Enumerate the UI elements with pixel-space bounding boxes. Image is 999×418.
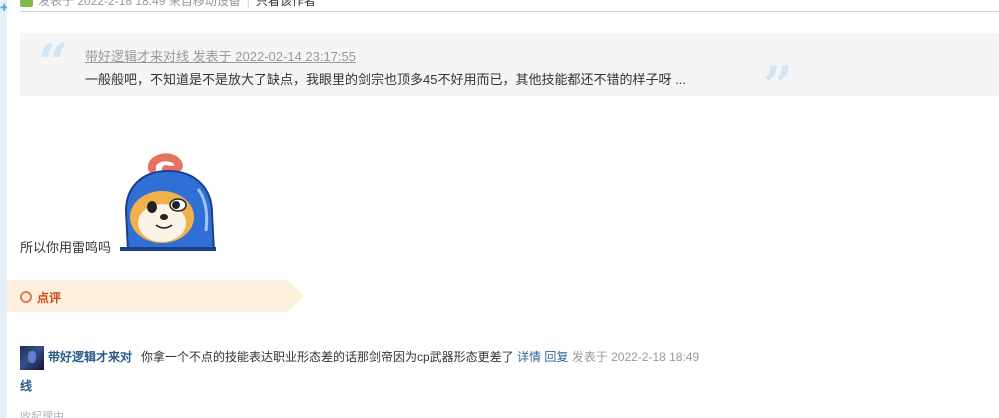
post-time: 发表于 2022-2-18 18:49 来自移动设备 [38,0,241,8]
quote-header[interactable]: 带好逻辑才来对线 发表于 2022-02-14 23:17:55 [85,46,356,65]
open-quote-icon: “ [38,33,68,94]
comment-circle-icon [20,291,32,303]
mobile-device-icon [20,0,33,7]
author-only-link[interactable]: 只看该作者 [256,0,316,8]
reply-text: 所以你用雷鸣吗 [20,240,112,255]
reply-link[interactable]: 回复 [544,350,568,364]
comment-text: 你拿一个不点的技能表达职业形态差的话那剑帝因为cp武器形态更差了 [141,350,514,364]
comment-posted-label: 发表于 [571,350,608,364]
collapse-reason-link[interactable]: 收起理由 [20,410,64,418]
comment-section-header: 点评 [7,280,304,312]
comment-row: 你拿一个不点的技能表达职业形态差的话那剑帝因为cp武器形态更差了 详情 回复 发… [141,348,699,365]
detail-link[interactable]: 详情 [517,350,541,364]
quote-body: 一般般吧，不知道是不是放大了缺点，我眼里的剑宗也顶多45不好用而已，其他技能都还… [85,72,686,87]
quote-author[interactable]: 带好逻辑才来对线 [85,49,189,64]
avatar-figure [28,351,36,363]
share-icon[interactable]: ✚ [0,2,7,16]
post-meta-bar: 发表于 2022-2-18 18:49 来自移动设备 | 只看该作者 [20,0,999,12]
comment-author-name[interactable]: 带好逻辑才来对 [48,348,132,365]
comment-time: 2022-2-18 18:49 [611,350,700,364]
quote-block: “ 带好逻辑才来对线 发表于 2022-02-14 23:17:55 一般般吧，… [20,33,999,113]
meta-separator: | [246,0,250,8]
quote-posted-label: 发表于 [192,49,232,64]
left-rail [0,0,7,418]
quote-time: 2022-02-14 23:17:55 [235,49,356,64]
sticker-dog-icon [120,153,216,252]
avatar[interactable] [20,346,44,370]
comment-author-name-continued[interactable]: 线 [20,377,32,394]
close-quote-icon: ” [763,56,793,117]
comment-section-label: 点评 [37,291,62,305]
